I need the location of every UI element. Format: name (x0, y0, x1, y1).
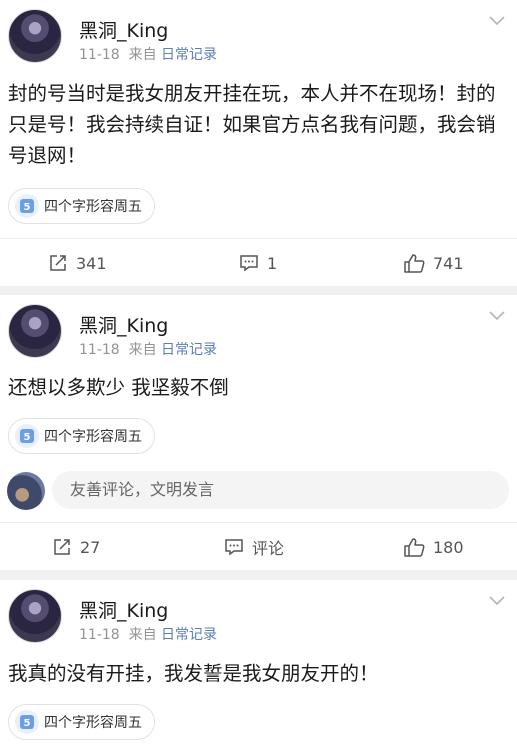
repost-icon (50, 255, 66, 271)
topic-icon: 5 (15, 710, 39, 734)
like-icon (404, 254, 425, 273)
comment-icon (240, 255, 258, 272)
post-header: 黑洞_King 11-18 来自 日常记录 (0, 580, 517, 643)
username[interactable]: 黑洞_King (79, 596, 168, 623)
topic-icon: 5 (15, 424, 39, 448)
like-icon (404, 538, 425, 557)
post-3: 黑洞_King 11-18 来自 日常记录 我真的没有开挂，我发誓是我女朋友开的… (0, 580, 517, 756)
topic-tag[interactable]: 5 四个字形容周五 (8, 704, 155, 740)
source-prefix: 来自 (128, 47, 157, 63)
post-content: 还想以多欺少 我坚毅不倒 (8, 376, 229, 399)
source-prefix: 来自 (128, 627, 157, 643)
post-date: 11-18 (79, 342, 120, 358)
topic-tag-label: 四个字形容周五 (44, 429, 142, 445)
avatar[interactable] (8, 304, 62, 358)
username[interactable]: 黑洞_King (79, 311, 168, 338)
like-count: 180 (433, 537, 464, 557)
weibo-feed: 黑洞_King 11-18 来自 日常记录 封的号当时是我女朋友开挂在玩，本人并… (0, 0, 517, 756)
topic-tag-label: 四个字形容周五 (44, 199, 142, 215)
comment-icon (225, 539, 243, 556)
avatar[interactable] (8, 589, 62, 643)
username[interactable]: 黑洞_King (79, 16, 168, 43)
post-meta: 11-18 来自 日常记录 (79, 624, 217, 644)
post-1: 黑洞_King 11-18 来自 日常记录 封的号当时是我女朋友开挂在玩，本人并… (0, 0, 517, 286)
current-user-avatar (7, 472, 45, 510)
comment-composer: 友善评论，文明发言 (0, 467, 517, 515)
comment-label: 评论 (252, 539, 285, 558)
chevron-down-icon[interactable] (489, 596, 505, 606)
post-meta: 11-18 来自 日常记录 (79, 44, 217, 64)
topic-icon: 5 (15, 194, 39, 218)
post-header: 黑洞_King 11-18 来自 日常记录 (0, 295, 517, 358)
repost-button[interactable]: 341 (48, 239, 107, 287)
post-meta: 11-18 来自 日常记录 (79, 339, 217, 359)
chevron-down-icon[interactable] (489, 311, 505, 321)
avatar[interactable] (8, 9, 62, 63)
comment-count: 1 (267, 253, 278, 273)
repost-count: 27 (80, 537, 101, 557)
source-link[interactable]: 日常记录 (161, 342, 217, 358)
topic-tag[interactable]: 5 四个字形容周五 (8, 418, 155, 454)
repost-count: 341 (76, 253, 107, 273)
repost-icon (54, 539, 70, 555)
source-prefix: 来自 (128, 342, 157, 358)
like-count: 741 (433, 253, 464, 273)
post-2: 黑洞_King 11-18 来自 日常记录 还想以多欺少 我坚毅不倒 5 四个字… (0, 295, 517, 570)
comment-button[interactable]: 1 (239, 239, 277, 287)
post-header: 黑洞_King 11-18 来自 日常记录 (0, 0, 517, 63)
post-date: 11-18 (79, 627, 120, 643)
like-button[interactable]: 180 (403, 523, 464, 571)
post-content: 封的号当时是我女朋友开挂在玩，本人并不在现场！封的只是号！我会持续自证！如果官方… (8, 82, 496, 167)
topic-tag[interactable]: 5 四个字形容周五 (8, 188, 155, 224)
comment-input[interactable]: 友善评论，文明发言 (52, 471, 509, 509)
action-bar: 27 评论 180 (0, 522, 517, 570)
comment-button[interactable]: 评论 (224, 523, 284, 571)
action-bar: 341 1 741 (0, 238, 517, 286)
svg-text:5: 5 (24, 718, 31, 729)
repost-button[interactable]: 27 (52, 523, 100, 571)
svg-text:5: 5 (24, 432, 31, 443)
source-link[interactable]: 日常记录 (161, 627, 217, 643)
topic-tag-label: 四个字形容周五 (44, 715, 142, 731)
post-content: 我真的没有开挂，我发誓是我女朋友开的！ (8, 662, 379, 685)
source-link[interactable]: 日常记录 (161, 47, 217, 63)
post-date: 11-18 (79, 47, 120, 63)
chevron-down-icon[interactable] (489, 16, 505, 26)
svg-text:5: 5 (24, 202, 31, 213)
like-button[interactable]: 741 (403, 239, 464, 287)
